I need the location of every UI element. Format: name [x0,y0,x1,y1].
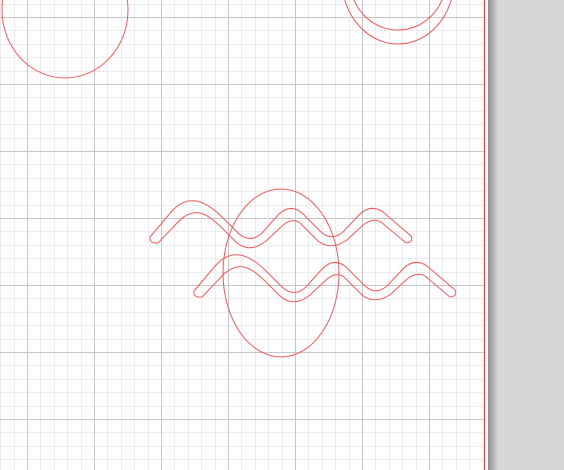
oval-shape[interactable] [1,0,129,79]
cutting-mat-svg [0,0,485,470]
cutting-mat[interactable] [0,0,488,470]
wave-band-upper[interactable] [149,200,413,249]
double-oval-shape[interactable] [342,0,454,45]
design-canvas[interactable] [0,0,564,470]
grid-minor-lines [0,0,484,470]
paper-edge-shadow [488,0,498,470]
